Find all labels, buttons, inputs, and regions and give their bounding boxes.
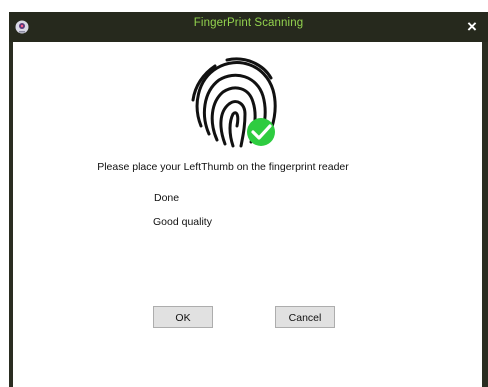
quality-status: Good quality [153,216,212,228]
ok-button[interactable]: OK [153,306,213,328]
fingerprint-dialog: FingerPrint Scanning × Please place your… [9,12,488,387]
title-bar[interactable]: FingerPrint Scanning × [9,12,488,42]
cancel-button[interactable]: Cancel [275,306,335,328]
checkmark-circle-icon [247,118,275,146]
window-title: FingerPrint Scanning [193,17,304,29]
scan-status: Done [154,192,180,204]
page-background [0,0,488,12]
dialog-body: Please place your LeftThumb on the finge… [13,42,482,387]
close-button[interactable]: × [456,12,488,42]
fingerprint-icon [191,57,277,148]
instruction-text: Please place your LeftThumb on the finge… [97,161,349,173]
